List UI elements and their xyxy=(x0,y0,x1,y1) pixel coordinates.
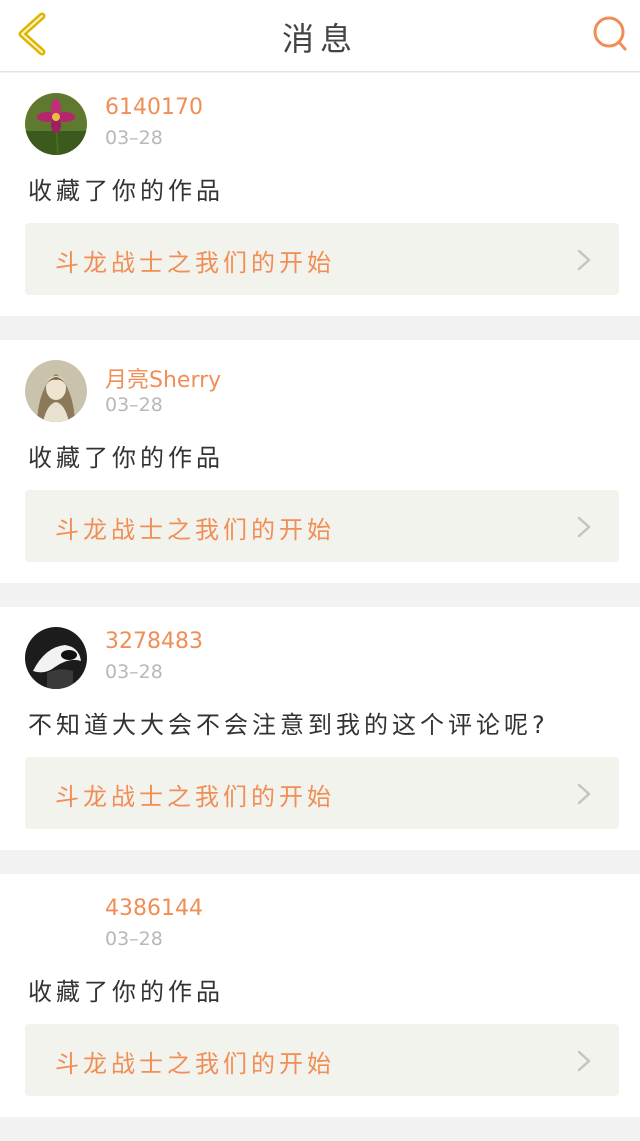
chevron-right-icon xyxy=(577,249,591,271)
message-text: 收藏了你的作品 xyxy=(28,177,224,205)
username[interactable]: 3278483 xyxy=(105,629,203,654)
avatar[interactable] xyxy=(25,894,87,956)
top-bar: 消息 xyxy=(0,0,640,72)
message-card: 月亮Sherry 03–28 收藏了你的作品 斗龙战士之我们的开始 xyxy=(0,340,640,583)
username[interactable]: 月亮Sherry xyxy=(105,362,221,394)
work-title: 斗龙战士之我们的开始 xyxy=(55,1050,335,1078)
message-text: 收藏了你的作品 xyxy=(28,978,224,1006)
avatar[interactable] xyxy=(25,93,87,155)
message-date: 03–28 xyxy=(105,928,163,950)
message-card: 3278483 03–28 不知道大大会不会注意到我的这个评论呢? 斗龙战士之我… xyxy=(0,607,640,850)
avatar[interactable] xyxy=(25,360,87,422)
chevron-right-icon xyxy=(577,783,591,805)
work-link[interactable]: 斗龙战士之我们的开始 xyxy=(25,490,619,562)
message-list: 6140170 03–28 收藏了你的作品 斗龙战士之我们的开始 月亮Sherr… xyxy=(0,73,640,1141)
username[interactable]: 6140170 xyxy=(105,95,203,120)
work-link[interactable]: 斗龙战士之我们的开始 xyxy=(25,757,619,829)
page-title: 消息 xyxy=(281,20,358,58)
work-link[interactable]: 斗龙战士之我们的开始 xyxy=(25,1024,619,1096)
work-title: 斗龙战士之我们的开始 xyxy=(55,249,335,277)
username[interactable]: 4386144 xyxy=(105,896,203,921)
message-card: 4386144 03–28 收藏了你的作品 斗龙战士之我们的开始 xyxy=(0,874,640,1117)
work-title: 斗龙战士之我们的开始 xyxy=(55,516,335,544)
chevron-right-icon xyxy=(577,1050,591,1072)
work-link[interactable]: 斗龙战士之我们的开始 xyxy=(25,223,619,295)
message-date: 03–28 xyxy=(105,127,163,149)
message-date: 03–28 xyxy=(105,661,163,683)
search-icon xyxy=(593,16,627,51)
message-text: 收藏了你的作品 xyxy=(28,444,224,472)
avatar[interactable] xyxy=(25,627,87,689)
search-button[interactable] xyxy=(590,12,630,54)
work-title: 斗龙战士之我们的开始 xyxy=(55,783,335,811)
message-date: 03–28 xyxy=(105,394,163,416)
message-card: 6140170 03–28 收藏了你的作品 斗龙战士之我们的开始 xyxy=(0,73,640,316)
message-text: 不知道大大会不会注意到我的这个评论呢? xyxy=(28,711,549,739)
chevron-right-icon xyxy=(577,516,591,538)
